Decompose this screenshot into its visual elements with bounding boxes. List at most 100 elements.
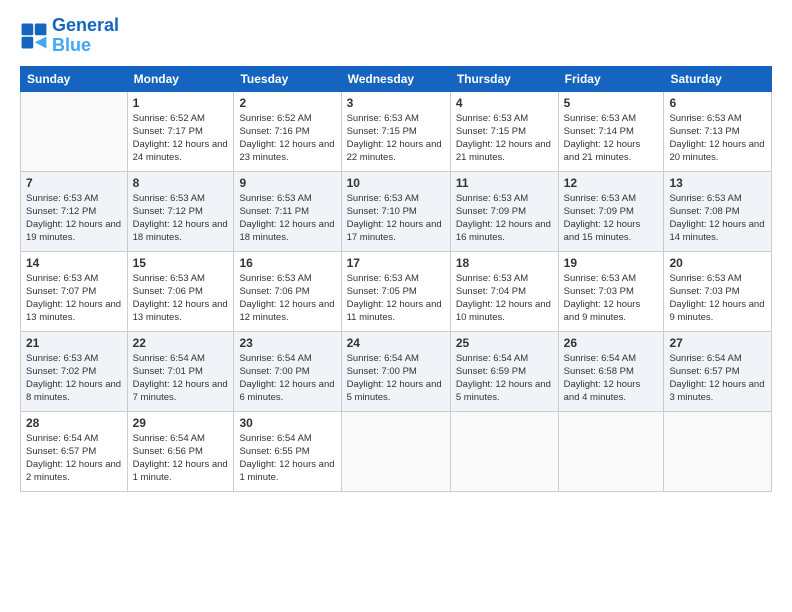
calendar-week-row: 21 Sunrise: 6:53 AM Sunset: 7:02 PM Dayl… xyxy=(21,331,772,411)
col-tuesday: Tuesday xyxy=(234,66,341,91)
day-info: Sunrise: 6:52 AM Sunset: 7:17 PM Dayligh… xyxy=(133,112,229,165)
calendar-day-cell: 13 Sunrise: 6:53 AM Sunset: 7:08 PM Dayl… xyxy=(664,171,772,251)
day-number: 21 xyxy=(26,336,122,350)
day-info: Sunrise: 6:53 AM Sunset: 7:03 PM Dayligh… xyxy=(564,272,659,325)
calendar-day-cell: 24 Sunrise: 6:54 AM Sunset: 7:00 PM Dayl… xyxy=(341,331,450,411)
day-info: Sunrise: 6:54 AM Sunset: 7:00 PM Dayligh… xyxy=(347,352,445,405)
day-info: Sunrise: 6:53 AM Sunset: 7:04 PM Dayligh… xyxy=(456,272,553,325)
day-number: 10 xyxy=(347,176,445,190)
calendar-day-cell: 30 Sunrise: 6:54 AM Sunset: 6:55 PM Dayl… xyxy=(234,411,341,491)
calendar-day-cell: 2 Sunrise: 6:52 AM Sunset: 7:16 PM Dayli… xyxy=(234,91,341,171)
calendar-day-cell xyxy=(450,411,558,491)
day-number: 1 xyxy=(133,96,229,110)
logo: General Blue xyxy=(20,16,119,56)
calendar-week-row: 28 Sunrise: 6:54 AM Sunset: 6:57 PM Dayl… xyxy=(21,411,772,491)
calendar-header-row: Sunday Monday Tuesday Wednesday Thursday… xyxy=(21,66,772,91)
col-friday: Friday xyxy=(558,66,664,91)
day-number: 30 xyxy=(239,416,335,430)
col-sunday: Sunday xyxy=(21,66,128,91)
calendar-week-row: 7 Sunrise: 6:53 AM Sunset: 7:12 PM Dayli… xyxy=(21,171,772,251)
calendar-day-cell xyxy=(21,91,128,171)
day-info: Sunrise: 6:53 AM Sunset: 7:08 PM Dayligh… xyxy=(669,192,766,245)
calendar-day-cell: 1 Sunrise: 6:52 AM Sunset: 7:17 PM Dayli… xyxy=(127,91,234,171)
col-saturday: Saturday xyxy=(664,66,772,91)
calendar-day-cell: 16 Sunrise: 6:53 AM Sunset: 7:06 PM Dayl… xyxy=(234,251,341,331)
day-number: 4 xyxy=(456,96,553,110)
day-number: 15 xyxy=(133,256,229,270)
calendar-day-cell: 6 Sunrise: 6:53 AM Sunset: 7:13 PM Dayli… xyxy=(664,91,772,171)
calendar-day-cell xyxy=(558,411,664,491)
day-number: 6 xyxy=(669,96,766,110)
calendar-day-cell xyxy=(341,411,450,491)
calendar-day-cell: 7 Sunrise: 6:53 AM Sunset: 7:12 PM Dayli… xyxy=(21,171,128,251)
calendar-day-cell: 18 Sunrise: 6:53 AM Sunset: 7:04 PM Dayl… xyxy=(450,251,558,331)
calendar-day-cell: 23 Sunrise: 6:54 AM Sunset: 7:00 PM Dayl… xyxy=(234,331,341,411)
day-info: Sunrise: 6:53 AM Sunset: 7:15 PM Dayligh… xyxy=(347,112,445,165)
page: General Blue Sunday Monday Tuesday Wedne… xyxy=(0,0,792,612)
calendar-day-cell: 22 Sunrise: 6:54 AM Sunset: 7:01 PM Dayl… xyxy=(127,331,234,411)
logo-text: General Blue xyxy=(52,16,119,56)
calendar-day-cell: 4 Sunrise: 6:53 AM Sunset: 7:15 PM Dayli… xyxy=(450,91,558,171)
day-info: Sunrise: 6:53 AM Sunset: 7:15 PM Dayligh… xyxy=(456,112,553,165)
day-info: Sunrise: 6:54 AM Sunset: 6:57 PM Dayligh… xyxy=(26,432,122,485)
day-number: 9 xyxy=(239,176,335,190)
calendar-day-cell: 28 Sunrise: 6:54 AM Sunset: 6:57 PM Dayl… xyxy=(21,411,128,491)
day-number: 18 xyxy=(456,256,553,270)
logo-general: General xyxy=(52,15,119,35)
day-info: Sunrise: 6:53 AM Sunset: 7:11 PM Dayligh… xyxy=(239,192,335,245)
day-number: 29 xyxy=(133,416,229,430)
day-info: Sunrise: 6:53 AM Sunset: 7:13 PM Dayligh… xyxy=(669,112,766,165)
day-number: 2 xyxy=(239,96,335,110)
day-info: Sunrise: 6:53 AM Sunset: 7:09 PM Dayligh… xyxy=(564,192,659,245)
calendar-table: Sunday Monday Tuesday Wednesday Thursday… xyxy=(20,66,772,492)
day-number: 14 xyxy=(26,256,122,270)
day-info: Sunrise: 6:54 AM Sunset: 6:58 PM Dayligh… xyxy=(564,352,659,405)
day-info: Sunrise: 6:54 AM Sunset: 6:55 PM Dayligh… xyxy=(239,432,335,485)
col-thursday: Thursday xyxy=(450,66,558,91)
logo-icon xyxy=(20,22,48,50)
day-number: 24 xyxy=(347,336,445,350)
calendar-day-cell: 9 Sunrise: 6:53 AM Sunset: 7:11 PM Dayli… xyxy=(234,171,341,251)
calendar-day-cell: 5 Sunrise: 6:53 AM Sunset: 7:14 PM Dayli… xyxy=(558,91,664,171)
col-wednesday: Wednesday xyxy=(341,66,450,91)
calendar-day-cell: 8 Sunrise: 6:53 AM Sunset: 7:12 PM Dayli… xyxy=(127,171,234,251)
calendar-week-row: 1 Sunrise: 6:52 AM Sunset: 7:17 PM Dayli… xyxy=(21,91,772,171)
calendar-day-cell: 3 Sunrise: 6:53 AM Sunset: 7:15 PM Dayli… xyxy=(341,91,450,171)
day-info: Sunrise: 6:53 AM Sunset: 7:03 PM Dayligh… xyxy=(669,272,766,325)
day-number: 23 xyxy=(239,336,335,350)
calendar-day-cell: 19 Sunrise: 6:53 AM Sunset: 7:03 PM Dayl… xyxy=(558,251,664,331)
calendar-week-row: 14 Sunrise: 6:53 AM Sunset: 7:07 PM Dayl… xyxy=(21,251,772,331)
day-info: Sunrise: 6:54 AM Sunset: 6:57 PM Dayligh… xyxy=(669,352,766,405)
calendar-day-cell: 14 Sunrise: 6:53 AM Sunset: 7:07 PM Dayl… xyxy=(21,251,128,331)
day-number: 17 xyxy=(347,256,445,270)
day-info: Sunrise: 6:53 AM Sunset: 7:12 PM Dayligh… xyxy=(133,192,229,245)
calendar-day-cell: 11 Sunrise: 6:53 AM Sunset: 7:09 PM Dayl… xyxy=(450,171,558,251)
day-info: Sunrise: 6:54 AM Sunset: 7:00 PM Dayligh… xyxy=(239,352,335,405)
col-monday: Monday xyxy=(127,66,234,91)
day-info: Sunrise: 6:53 AM Sunset: 7:02 PM Dayligh… xyxy=(26,352,122,405)
day-number: 13 xyxy=(669,176,766,190)
day-number: 19 xyxy=(564,256,659,270)
day-info: Sunrise: 6:53 AM Sunset: 7:12 PM Dayligh… xyxy=(26,192,122,245)
day-info: Sunrise: 6:54 AM Sunset: 7:01 PM Dayligh… xyxy=(133,352,229,405)
day-number: 12 xyxy=(564,176,659,190)
calendar-day-cell: 12 Sunrise: 6:53 AM Sunset: 7:09 PM Dayl… xyxy=(558,171,664,251)
day-info: Sunrise: 6:52 AM Sunset: 7:16 PM Dayligh… xyxy=(239,112,335,165)
day-info: Sunrise: 6:53 AM Sunset: 7:10 PM Dayligh… xyxy=(347,192,445,245)
day-info: Sunrise: 6:53 AM Sunset: 7:06 PM Dayligh… xyxy=(239,272,335,325)
calendar-day-cell: 17 Sunrise: 6:53 AM Sunset: 7:05 PM Dayl… xyxy=(341,251,450,331)
day-info: Sunrise: 6:53 AM Sunset: 7:09 PM Dayligh… xyxy=(456,192,553,245)
calendar-day-cell: 15 Sunrise: 6:53 AM Sunset: 7:06 PM Dayl… xyxy=(127,251,234,331)
day-number: 7 xyxy=(26,176,122,190)
day-number: 22 xyxy=(133,336,229,350)
day-number: 26 xyxy=(564,336,659,350)
day-number: 11 xyxy=(456,176,553,190)
day-number: 28 xyxy=(26,416,122,430)
calendar-day-cell xyxy=(664,411,772,491)
calendar-day-cell: 10 Sunrise: 6:53 AM Sunset: 7:10 PM Dayl… xyxy=(341,171,450,251)
day-number: 5 xyxy=(564,96,659,110)
calendar-day-cell: 26 Sunrise: 6:54 AM Sunset: 6:58 PM Dayl… xyxy=(558,331,664,411)
day-info: Sunrise: 6:53 AM Sunset: 7:06 PM Dayligh… xyxy=(133,272,229,325)
day-number: 16 xyxy=(239,256,335,270)
day-number: 20 xyxy=(669,256,766,270)
